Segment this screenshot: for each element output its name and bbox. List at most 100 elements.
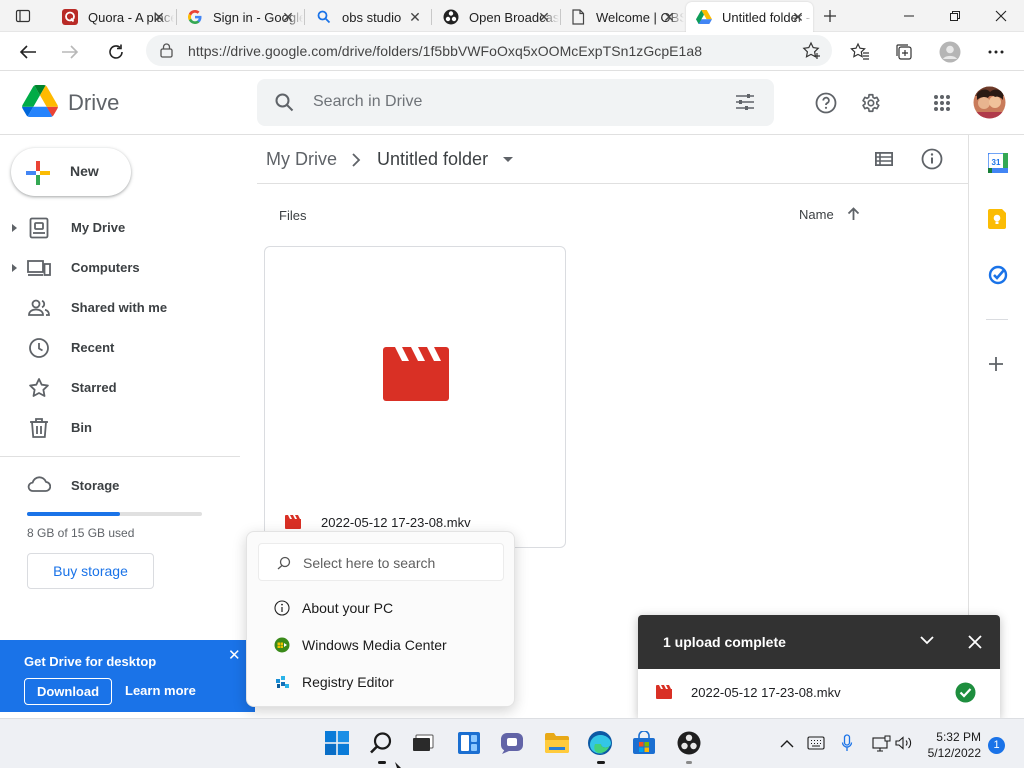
menu-item-windows-media-center[interactable]: Windows Media Center bbox=[258, 629, 504, 661]
search-popup-menu: Select here to search About your PC Wind… bbox=[246, 531, 515, 707]
obs-studio-button[interactable] bbox=[675, 729, 703, 757]
restore-button[interactable] bbox=[932, 0, 978, 32]
close-icon[interactable]: ✕ bbox=[281, 10, 295, 24]
taskbar-time[interactable]: 5:32 PM bbox=[936, 730, 981, 744]
notification-badge[interactable]: 1 bbox=[988, 737, 1005, 754]
help-button[interactable] bbox=[812, 89, 840, 117]
browser-tab-google-signin[interactable]: Sign in - Google Accounts ✕ bbox=[177, 2, 303, 32]
browser-tab-welcome[interactable]: Welcome | OBS ✕ bbox=[560, 2, 684, 32]
menu-item-registry-editor[interactable]: Registry Editor bbox=[258, 666, 504, 698]
computers-icon bbox=[27, 256, 51, 280]
chevron-down-icon[interactable] bbox=[920, 636, 934, 645]
apps-button[interactable] bbox=[928, 89, 956, 117]
edge-browser-button[interactable] bbox=[586, 729, 614, 757]
close-window-button[interactable] bbox=[978, 0, 1024, 32]
start-button[interactable] bbox=[323, 729, 351, 757]
popup-search-input[interactable]: Select here to search bbox=[258, 543, 504, 581]
microphone-icon[interactable] bbox=[841, 734, 853, 752]
expand-arrow-icon[interactable] bbox=[12, 264, 17, 272]
close-icon[interactable]: ✕ bbox=[791, 10, 805, 24]
drive-search-box[interactable]: Search in Drive bbox=[257, 79, 774, 126]
list-view-button[interactable] bbox=[870, 145, 898, 173]
sidebar-item-recent[interactable]: Recent bbox=[0, 332, 240, 364]
close-icon[interactable]: ✕ bbox=[662, 10, 676, 24]
my-drive-icon bbox=[27, 216, 51, 240]
taskbar-date[interactable]: 5/12/2022 bbox=[920, 746, 981, 760]
upload-status-title: 1 upload complete bbox=[663, 634, 786, 650]
taskbar-search-button[interactable] bbox=[367, 729, 395, 757]
new-tab-button[interactable] bbox=[815, 0, 845, 32]
settings-more-button[interactable] bbox=[980, 36, 1012, 68]
windows-logo-icon bbox=[325, 731, 349, 755]
menu-item-about-pc[interactable]: About your PC bbox=[258, 592, 504, 624]
teams-chat-button[interactable] bbox=[498, 729, 526, 757]
sort-by-name[interactable]: Name bbox=[799, 207, 834, 222]
store-button[interactable] bbox=[630, 729, 658, 757]
close-icon[interactable]: ✕ bbox=[228, 648, 241, 663]
storage-used-text: 8 GB of 15 GB used bbox=[27, 526, 135, 540]
add-favorite-icon[interactable] bbox=[802, 41, 822, 61]
favorites-button[interactable] bbox=[844, 36, 876, 68]
collections-button[interactable] bbox=[888, 36, 920, 68]
breadcrumb-my-drive[interactable]: My Drive bbox=[266, 149, 337, 170]
settings-button[interactable] bbox=[856, 89, 884, 117]
sidebar-item-bin[interactable]: Bin bbox=[0, 412, 240, 444]
arrow-up-icon[interactable] bbox=[847, 207, 860, 221]
tasks-icon[interactable] bbox=[988, 265, 1008, 285]
file-explorer-button[interactable] bbox=[543, 729, 571, 757]
search-icon[interactable] bbox=[275, 93, 294, 112]
keep-icon[interactable] bbox=[988, 209, 1008, 229]
network-icon[interactable] bbox=[871, 735, 891, 752]
close-icon[interactable] bbox=[968, 635, 982, 649]
details-button[interactable] bbox=[918, 145, 946, 173]
file-card[interactable] bbox=[264, 246, 566, 548]
chevron-up-icon[interactable] bbox=[780, 739, 794, 748]
widgets-button[interactable] bbox=[455, 729, 483, 757]
tab-actions-button[interactable] bbox=[0, 0, 46, 32]
close-icon[interactable]: ✕ bbox=[537, 10, 551, 24]
refresh-button[interactable] bbox=[100, 36, 132, 68]
app-name[interactable]: Drive bbox=[68, 90, 119, 116]
close-icon[interactable]: ✕ bbox=[152, 10, 166, 24]
minimize-button[interactable] bbox=[886, 0, 932, 32]
sidebar-item-label: Starred bbox=[71, 380, 117, 395]
search-options-icon[interactable] bbox=[735, 93, 755, 111]
add-addon-icon[interactable] bbox=[989, 357, 1003, 371]
forward-button[interactable] bbox=[54, 36, 86, 68]
learn-more-link[interactable]: Learn more bbox=[125, 683, 196, 698]
volume-icon[interactable] bbox=[895, 736, 913, 750]
google-icon bbox=[187, 9, 203, 25]
gear-icon bbox=[862, 93, 880, 113]
browser-tab-obs-site[interactable]: Open Broadcaster Software ✕ bbox=[433, 2, 559, 32]
close-icon[interactable]: ✕ bbox=[408, 10, 422, 24]
breadcrumb-current-folder[interactable]: Untitled folder bbox=[377, 149, 488, 170]
storage-label[interactable]: Storage bbox=[71, 478, 119, 493]
task-view-button[interactable] bbox=[409, 729, 437, 757]
profile-button[interactable] bbox=[934, 36, 966, 68]
desktop-promo-banner: Get Drive for desktop Download Learn mor… bbox=[0, 640, 255, 712]
browser-tab-quora[interactable]: Quora - A place to share knowledge ✕ bbox=[52, 2, 174, 32]
sidebar-item-computers[interactable]: Computers bbox=[0, 252, 240, 284]
sidebar-item-starred[interactable]: Starred bbox=[0, 372, 240, 404]
download-button[interactable]: Download bbox=[24, 678, 112, 705]
buy-storage-button[interactable]: Buy storage bbox=[27, 553, 154, 589]
back-button[interactable] bbox=[12, 36, 44, 68]
uploaded-file-name[interactable]: 2022-05-12 17-23-08.mkv bbox=[691, 685, 841, 700]
address-bar[interactable]: https://drive.google.com/drive/folders/1… bbox=[146, 35, 832, 66]
drive-logo-icon[interactable] bbox=[22, 85, 58, 117]
browser-tab-obs-search[interactable]: obs studio ✕ bbox=[306, 2, 430, 32]
keyboard-icon[interactable] bbox=[807, 736, 825, 750]
account-avatar[interactable] bbox=[973, 86, 1006, 119]
expand-arrow-icon[interactable] bbox=[12, 224, 17, 232]
sidebar-item-my-drive[interactable]: My Drive bbox=[0, 212, 240, 244]
obs-icon bbox=[443, 9, 459, 25]
file-name[interactable]: 2022-05-12 17-23-08.mkv bbox=[321, 515, 471, 530]
browser-tab-drive-active[interactable]: Untitled folder - Google Drive ✕ bbox=[686, 2, 813, 32]
calendar-icon[interactable]: 31 bbox=[988, 153, 1008, 173]
search-input[interactable]: Search in Drive bbox=[313, 93, 422, 111]
sidebar-item-shared-with-me[interactable]: Shared with me bbox=[0, 292, 240, 324]
new-button[interactable]: New bbox=[11, 148, 131, 196]
search-icon bbox=[316, 9, 332, 25]
search-icon bbox=[370, 732, 392, 754]
caret-down-icon[interactable] bbox=[502, 156, 514, 163]
